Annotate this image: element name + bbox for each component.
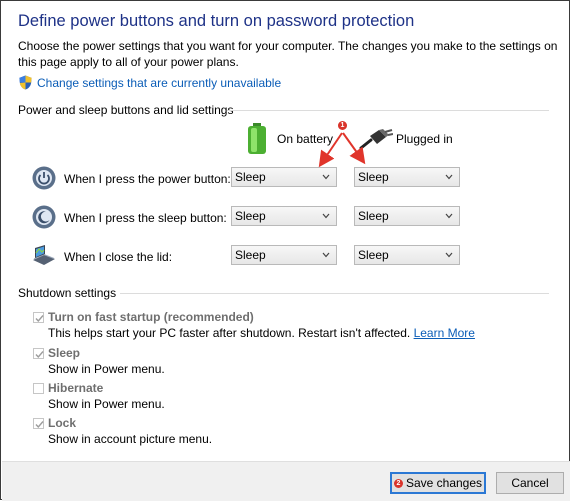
sleep-option-desc: Show in Power menu. [48, 362, 165, 376]
close-lid-label: When I close the lid: [64, 250, 173, 264]
uac-shield-icon [19, 75, 32, 90]
hibernate-checkbox[interactable] [33, 383, 44, 394]
plugged-in-header: Plugged in [396, 132, 453, 146]
chevron-down-icon [322, 213, 330, 219]
close-lid-battery-select[interactable]: Sleep [231, 245, 337, 265]
chevron-down-icon [322, 252, 330, 258]
checkmark-icon [35, 315, 44, 323]
page-description: Choose the power settings that you want … [18, 39, 558, 69]
sleep-checkbox[interactable] [33, 348, 44, 359]
select-value: Sleep [235, 209, 266, 223]
power-button-plugged-select[interactable]: Sleep [354, 167, 460, 187]
shutdown-section-heading: Shutdown settings [18, 286, 117, 300]
power-button-battery-select[interactable]: Sleep [231, 167, 337, 187]
checkmark-icon [35, 421, 44, 429]
section-divider [120, 293, 549, 294]
power-plug-icon [359, 129, 393, 150]
chevron-down-icon [445, 213, 453, 219]
lock-option-desc: Show in account picture menu. [48, 432, 213, 446]
save-changes-button[interactable]: 2 Save changes [390, 472, 486, 494]
save-label: Save changes [405, 476, 483, 490]
laptop-lid-icon [33, 245, 55, 265]
checkmark-icon [35, 351, 44, 359]
battery-icon [248, 123, 266, 154]
section-divider [227, 110, 549, 111]
power-options-window: Define power buttons and turn on passwor… [0, 0, 570, 501]
footer-bar: 2 Save changes Cancel [2, 461, 570, 501]
sleep-option-title: Sleep [48, 346, 81, 360]
change-settings-row[interactable]: Change settings that are currently unava… [18, 74, 281, 91]
learn-more-link[interactable]: Learn More [414, 326, 475, 340]
sleep-button-label: When I press the sleep button: [64, 211, 227, 225]
chevron-down-icon [445, 252, 453, 258]
page-title: Define power buttons and turn on passwor… [18, 12, 415, 30]
annotation-badge-2: 2 [393, 479, 403, 489]
sleep-button-plugged-select[interactable]: Sleep [354, 206, 460, 226]
chevron-down-icon [445, 174, 453, 180]
fast-startup-desc-text: This helps start your PC faster after sh… [48, 326, 411, 340]
annotation-badge-1: 1 [338, 121, 347, 130]
select-value: Sleep [358, 248, 389, 262]
power-button-label: When I press the power button: [64, 172, 231, 186]
hibernate-option-desc: Show in Power menu. [48, 397, 165, 411]
on-battery-header: On battery [277, 132, 334, 146]
lock-checkbox[interactable] [33, 418, 44, 429]
power-section-heading: Power and sleep buttons and lid settings [18, 103, 234, 117]
cancel-button[interactable]: Cancel [496, 472, 564, 494]
lock-option-title: Lock [48, 416, 77, 430]
hibernate-option-title: Hibernate [48, 381, 104, 395]
select-value: Sleep [358, 209, 389, 223]
close-lid-plugged-select[interactable]: Sleep [354, 245, 460, 265]
select-value: Sleep [358, 170, 389, 184]
change-settings-link[interactable]: Change settings that are currently unava… [37, 76, 281, 90]
select-value: Sleep [235, 170, 266, 184]
sleep-button-icon [32, 205, 56, 229]
fast-startup-title: Turn on fast startup (recommended) [48, 310, 254, 324]
sleep-button-battery-select[interactable]: Sleep [231, 206, 337, 226]
power-button-icon [32, 166, 56, 190]
fast-startup-desc: This helps start your PC faster after sh… [48, 326, 475, 340]
fast-startup-checkbox[interactable] [33, 312, 44, 323]
select-value: Sleep [235, 248, 266, 262]
chevron-down-icon [322, 174, 330, 180]
